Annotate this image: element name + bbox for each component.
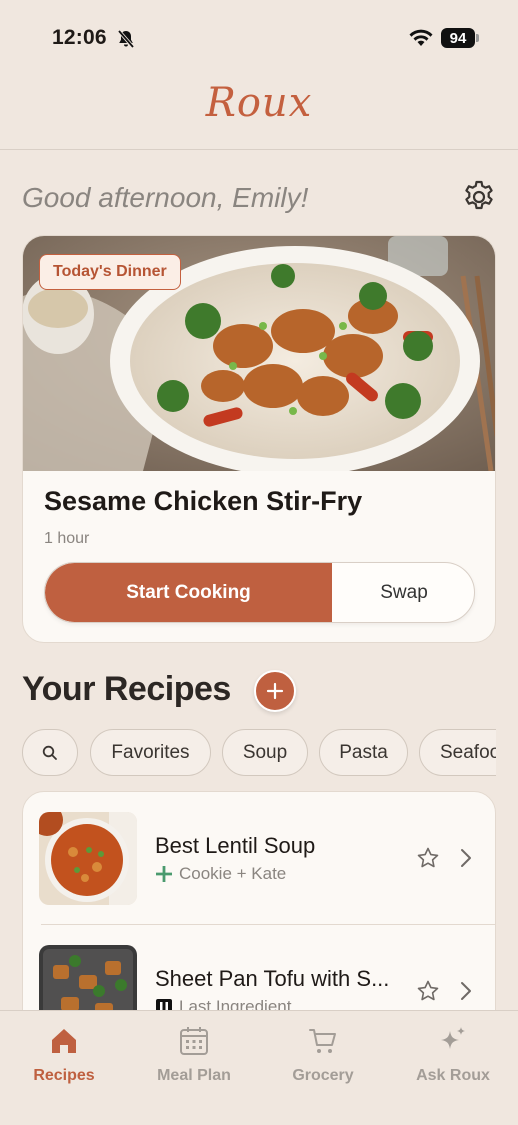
tab-grocery[interactable]: Grocery xyxy=(263,1025,383,1095)
recipe-source: Cookie + Kate xyxy=(155,864,286,884)
bell-muted-icon xyxy=(117,29,135,49)
recipe-title: Sheet Pan Tofu with S... xyxy=(155,966,390,991)
app-logo: Roux xyxy=(205,80,313,126)
greeting-text: Good afternoon, Emily! xyxy=(22,182,309,213)
chevron-right-icon xyxy=(461,982,471,1000)
star-icon[interactable] xyxy=(416,846,440,870)
sparkle-icon xyxy=(441,1027,465,1049)
start-cooking-button[interactable]: Start Cooking xyxy=(45,563,332,622)
tab-recipes[interactable]: Recipes xyxy=(4,1025,124,1095)
tab-label: Grocery xyxy=(292,1067,354,1084)
search-icon xyxy=(42,745,57,760)
swap-button[interactable]: Swap xyxy=(332,563,474,622)
header-divider xyxy=(0,149,518,150)
filter-chip-pasta[interactable]: Pasta xyxy=(319,729,408,776)
dinner-time: 1 hour xyxy=(44,530,90,547)
calendar-icon xyxy=(180,1027,208,1055)
plus-icon xyxy=(156,866,172,882)
filter-chip-favorites[interactable]: Favorites xyxy=(90,729,211,776)
tab-label: Ask Roux xyxy=(416,1067,490,1084)
recipe-title: Best Lentil Soup xyxy=(155,833,316,858)
tab-meal-plan[interactable]: Meal Plan xyxy=(134,1025,254,1095)
tab-ask-roux[interactable]: Ask Roux xyxy=(393,1025,513,1095)
dinner-title: Sesame Chicken Stir-Fry xyxy=(44,486,363,516)
wifi-icon xyxy=(409,29,433,46)
cart-icon xyxy=(309,1029,336,1053)
filter-chip-seafood[interactable]: Seafood xyxy=(419,729,496,776)
gear-icon[interactable] xyxy=(461,179,497,215)
status-bar: 12:06 94 xyxy=(0,0,518,80)
battery-indicator: 94 xyxy=(441,28,475,48)
tab-label: Meal Plan xyxy=(157,1067,231,1084)
filter-chip-soup[interactable]: Soup xyxy=(222,729,308,776)
plus-icon xyxy=(266,682,284,700)
tab-label: Recipes xyxy=(33,1067,95,1084)
dinner-actions: Start Cooking Swap xyxy=(44,562,475,623)
recipe-row[interactable]: Best Lentil Soup Cookie + Kate xyxy=(23,792,495,924)
search-chip[interactable] xyxy=(22,729,78,776)
chevron-right-icon xyxy=(461,849,471,867)
todays-dinner-card[interactable]: Today's Dinner Sesame Chicken Stir-Fry 1… xyxy=(22,235,496,643)
filter-chips: Favorites Soup Pasta Seafood xyxy=(22,729,496,777)
home-icon xyxy=(52,1029,76,1053)
your-recipes-heading: Your Recipes xyxy=(22,670,231,708)
recipe-source-label: Cookie + Kate xyxy=(179,864,287,883)
add-recipe-button[interactable] xyxy=(254,670,296,712)
status-time: 12:06 xyxy=(52,26,107,49)
todays-dinner-badge: Today's Dinner xyxy=(39,254,181,290)
star-icon[interactable] xyxy=(416,979,440,1003)
battery-tip xyxy=(476,34,479,42)
tab-bar: Recipes Meal Plan Grocery Ask Roux xyxy=(0,1010,518,1125)
recipe-thumbnail xyxy=(39,812,137,905)
